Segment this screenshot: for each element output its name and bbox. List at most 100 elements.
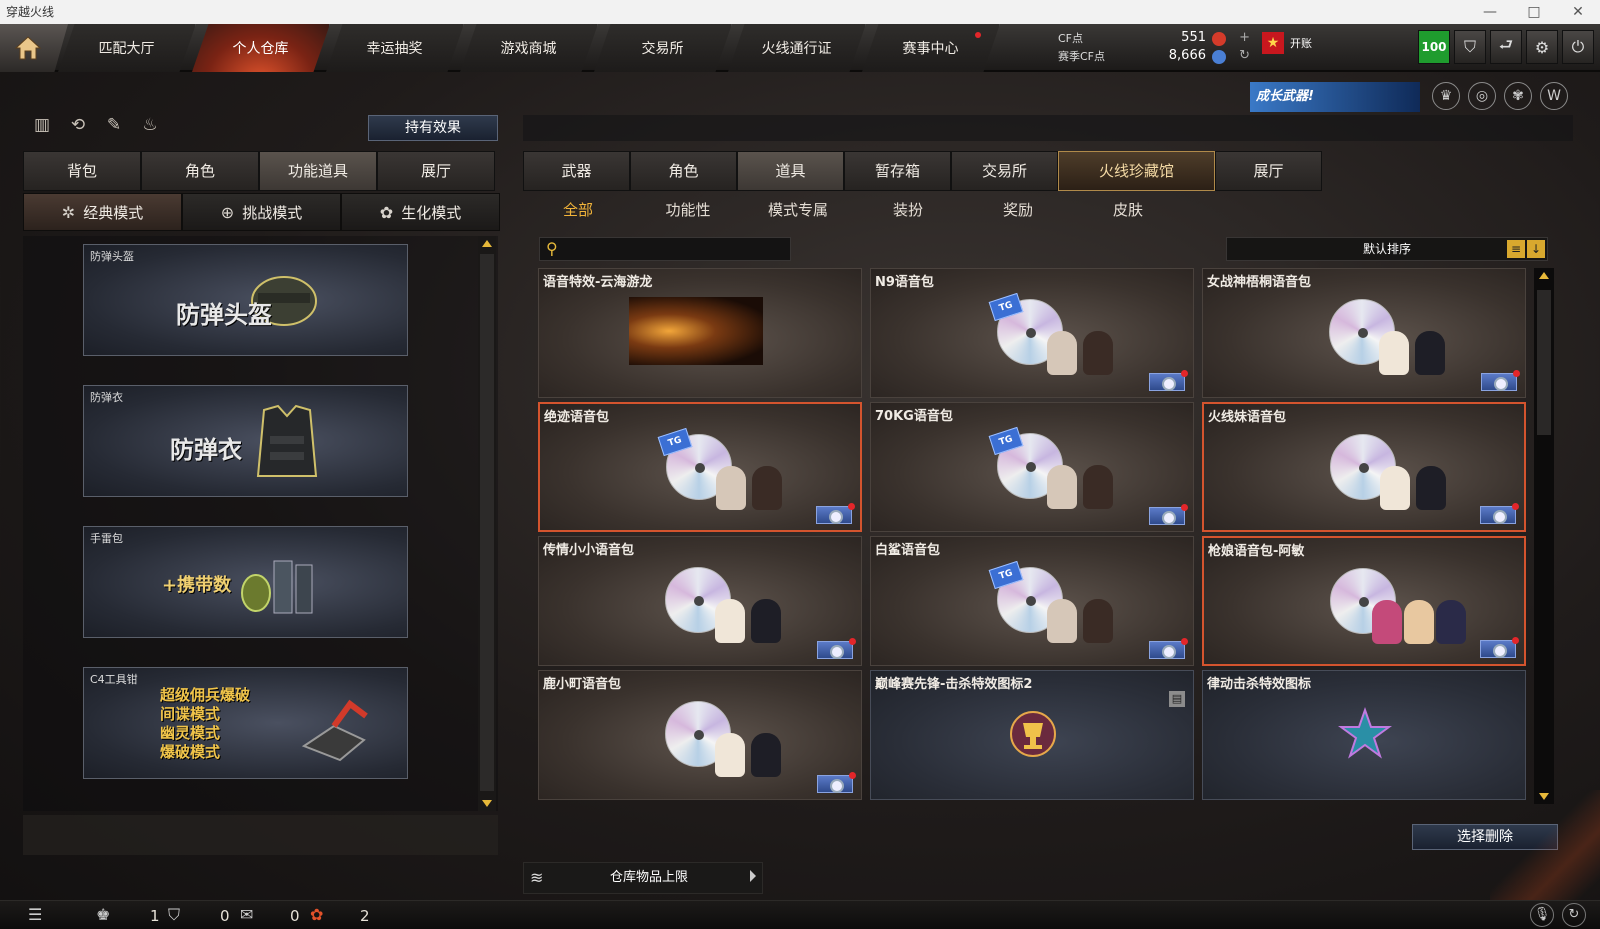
pliers-icon <box>301 699 368 762</box>
gear-icon[interactable]: ⚙ <box>1526 30 1558 64</box>
history-icon[interactable]: ⟲ <box>66 115 90 139</box>
search-input[interactable] <box>568 240 784 258</box>
nav-item-lucky-draw[interactable]: 幸运抽奖 <box>326 24 464 72</box>
scroll-up-icon[interactable] <box>482 240 492 247</box>
owned-effects-button[interactable]: 持有效果 <box>368 115 498 141</box>
item-card[interactable]: 绝迹语音包 TG <box>538 402 862 532</box>
prop-card-vest[interactable]: 防弹衣 防弹衣 <box>83 385 408 497</box>
item-card[interactable]: 火线妹语音包 <box>1202 402 1526 532</box>
subtab-mode-exclusive[interactable]: 模式专属 <box>743 195 853 225</box>
item-card[interactable]: 白鲨语音包 TG <box>870 536 1194 666</box>
level-badge[interactable]: 100 <box>1418 30 1450 64</box>
voice-badge-icon[interactable] <box>1480 503 1519 524</box>
item-card[interactable]: 70KG语音包 TG <box>870 402 1194 532</box>
prop-card-c4-pliers[interactable]: C4工具钳 超级佣兵爆破 间谍模式 幽灵模式 爆破模式 <box>83 667 408 779</box>
voice-badge-icon[interactable] <box>817 772 856 793</box>
nav-item-match-lobby[interactable]: 匹配大厅 <box>58 24 196 72</box>
gift-icon[interactable]: ✿ <box>310 905 323 924</box>
item-card[interactable]: N9语音包 TG <box>870 268 1194 398</box>
tab-character[interactable]: 角色 <box>141 151 259 191</box>
close-button[interactable]: ✕ <box>1556 0 1600 24</box>
tab-exchange[interactable]: 交易所 <box>951 151 1058 191</box>
nav-item-personal-storage[interactable]: 个人仓库 <box>192 24 330 72</box>
item-card[interactable]: 巅峰赛先锋-击杀特效图标2 ▤ <box>870 670 1194 800</box>
tab-backpack[interactable]: 背包 <box>23 151 141 191</box>
tab-function-items[interactable]: 功能道具 <box>259 151 377 191</box>
friends-icon[interactable]: ♚ <box>96 905 110 924</box>
minimize-button[interactable]: — <box>1468 0 1512 24</box>
refresh-circle-icon[interactable]: ↻ <box>1562 903 1586 927</box>
prop-card-grenade-pack[interactable]: 手雷包 +携带数 <box>83 526 408 638</box>
voice-badge-icon[interactable] <box>1480 637 1519 658</box>
mode-classic[interactable]: ✲ 经典模式 <box>23 193 182 231</box>
tab-temp-box[interactable]: 暂存箱 <box>844 151 951 191</box>
account-badge[interactable]: ★ 开账 <box>1262 32 1312 54</box>
item-card[interactable]: 律动击杀特效图标 <box>1202 670 1526 800</box>
microphone-icon[interactable]: 🎙 <box>1530 903 1554 927</box>
star-flag-icon: ★ <box>1262 32 1284 54</box>
tab-hall[interactable]: 展厅 <box>377 151 495 191</box>
voice-badge-icon[interactable] <box>816 503 855 524</box>
voice-badge-icon[interactable] <box>817 638 856 659</box>
tab-items[interactable]: 道具 <box>737 151 844 191</box>
nav-item-battle-pass[interactable]: 火线通行证 <box>728 24 866 72</box>
chat-bubble-icon[interactable]: ✉ <box>240 905 253 924</box>
tab-weapons[interactable]: 武器 <box>523 151 630 191</box>
scroll-thumb[interactable] <box>1537 290 1551 435</box>
badge-icon[interactable]: ♛ <box>1432 82 1460 110</box>
tab-collection[interactable]: 火线珍藏馆 <box>1058 151 1215 191</box>
item-card[interactable]: 语音特效-云海游龙 <box>538 268 862 398</box>
scroll-down-icon[interactable] <box>482 800 492 807</box>
refresh-icon[interactable]: ↻ <box>1239 48 1250 63</box>
voice-badge-icon[interactable] <box>1149 504 1188 525</box>
item-card[interactable]: 枪娘语音包-阿敏 <box>1202 536 1526 666</box>
subtab-rewards[interactable]: 奖励 <box>963 195 1073 225</box>
nav-item-exchange[interactable]: 交易所 <box>594 24 732 72</box>
left-scrollbar[interactable] <box>478 236 496 811</box>
mode-biochem[interactable]: ✿ 生化模式 <box>341 193 500 231</box>
globe-icon[interactable]: ◎ <box>1468 82 1496 110</box>
search-icon[interactable]: ⚲ <box>546 239 558 258</box>
sort-order-icon[interactable]: ↓ <box>1527 240 1545 258</box>
wing-icon[interactable]: W <box>1540 82 1568 110</box>
tab-hall-right[interactable]: 展厅 <box>1215 151 1322 191</box>
shield-icon[interactable]: ⛉ <box>1454 30 1486 64</box>
clan-shield-icon[interactable]: ⛉ <box>168 905 180 925</box>
nav-item-game-store[interactable]: 游戏商城 <box>460 24 598 72</box>
grid-scrollbar[interactable] <box>1534 268 1554 804</box>
scroll-up-icon[interactable] <box>1539 272 1549 279</box>
growth-weapon-banner[interactable]: 成长武器! <box>1250 82 1420 112</box>
nav-item-event-center[interactable]: 赛事中心 <box>862 24 1000 72</box>
storage-capacity-bar[interactable]: ≋ 仓库物品上限 <box>523 862 763 894</box>
left-footer <box>23 815 498 855</box>
item-card[interactable]: 女战神梧桐语音包 <box>1202 268 1526 398</box>
subtab-skins[interactable]: 皮肤 <box>1073 195 1183 225</box>
voice-badge-icon[interactable] <box>1149 638 1188 659</box>
voice-badge-icon[interactable] <box>1149 370 1188 391</box>
bag-icon[interactable]: ♨ <box>138 115 162 139</box>
ranking-icon[interactable]: ▥ <box>30 115 54 139</box>
menu-list-icon[interactable]: ☰ <box>28 905 42 924</box>
sort-dropdown[interactable]: 默认排序 ≡ ↓ <box>1226 237 1548 261</box>
mode-challenge[interactable]: ⊕ 挑战模式 <box>182 193 341 231</box>
subtab-cosmetic[interactable]: 装扮 <box>853 195 963 225</box>
voice-badge-icon[interactable] <box>1481 370 1520 391</box>
power-icon[interactable]: ⏻ <box>1562 30 1594 64</box>
plus-icon[interactable]: + <box>1239 30 1250 45</box>
scroll-thumb[interactable] <box>480 254 494 791</box>
subtab-functional[interactable]: 功能性 <box>633 195 743 225</box>
tab-characters[interactable]: 角色 <box>630 151 737 191</box>
trash-icon[interactable]: ▤ <box>1169 691 1185 707</box>
home-button[interactable] <box>0 24 68 72</box>
item-grid: 语音特效-云海游龙 N9语音包 TG 女战神梧桐语音包 绝迹语音包 TG 70K… <box>538 268 1534 804</box>
item-card[interactable]: 鹿小町语音包 <box>538 670 862 800</box>
flower-icon[interactable]: ✾ <box>1504 82 1532 110</box>
item-card[interactable]: 传情小小语音包 <box>538 536 862 666</box>
prop-card-helmet[interactable]: 防弹头盔 防弹头盔 <box>83 244 408 356</box>
notification-dot <box>975 32 981 38</box>
pen-icon[interactable]: ✎ <box>102 115 126 139</box>
maximize-button[interactable]: □ <box>1512 0 1556 24</box>
subtab-all[interactable]: 全部 <box>523 195 633 225</box>
list-view-icon[interactable]: ≡ <box>1507 240 1525 258</box>
exit-icon[interactable]: ⮐ <box>1490 30 1522 64</box>
